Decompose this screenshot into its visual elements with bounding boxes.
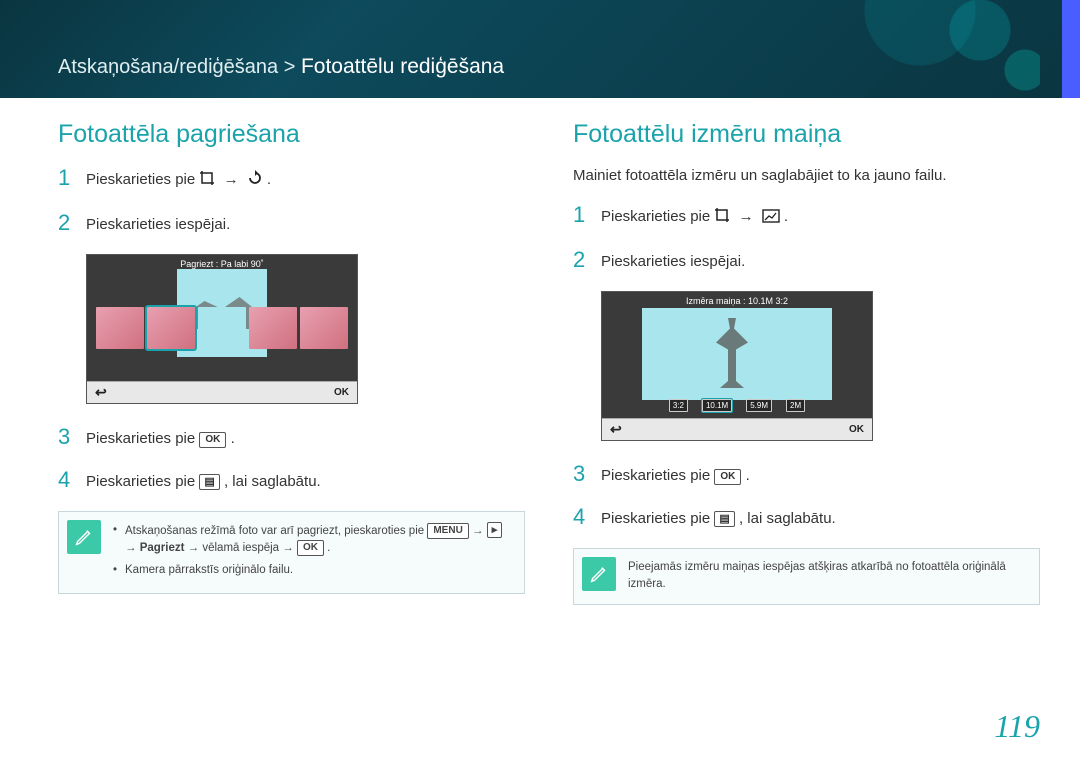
heading-resize: Fotoattēlu izmēru maiņa bbox=[573, 120, 1040, 149]
step-num: 2 bbox=[58, 212, 74, 234]
shot-thumbstrip bbox=[93, 307, 351, 349]
t: , lai saglabātu. bbox=[739, 510, 836, 527]
note-item: Kamera pārrakstīs oriģinālo failu. bbox=[113, 562, 512, 579]
breadcrumb-path: Atskaņošana/rediģēšana > bbox=[58, 56, 295, 78]
t: Pieskarieties pie bbox=[86, 171, 199, 188]
thumbnail[interactable] bbox=[249, 307, 297, 349]
step-num: 1 bbox=[573, 204, 589, 226]
opt-size-selected[interactable]: 10.1M bbox=[702, 399, 732, 412]
t: Pieskarieties pie bbox=[601, 467, 714, 484]
note-box: Pieejamās izmēru maiņas iespējas atšķira… bbox=[573, 548, 1040, 605]
shot-toolbar: ↩ OK bbox=[602, 418, 872, 440]
step-num: 1 bbox=[58, 167, 74, 189]
heading-rotate: Fotoattēla pagriešana bbox=[58, 120, 525, 149]
ok-button: OK bbox=[714, 469, 741, 485]
step-num: 4 bbox=[58, 469, 74, 491]
thumbnail-selected[interactable] bbox=[147, 307, 195, 349]
page-header: Atskaņošana/rediģēšana > Fotoattēlu redi… bbox=[0, 0, 1080, 98]
pencil-icon bbox=[582, 557, 616, 591]
rotate-icon bbox=[247, 170, 263, 194]
opt-size[interactable]: 2M bbox=[786, 399, 805, 412]
thumbnail[interactable] bbox=[300, 307, 348, 349]
col-resize: Fotoattēlu izmēru maiņa Mainiet fotoattē… bbox=[573, 120, 1040, 605]
step-num: 3 bbox=[58, 426, 74, 448]
step-4: 4 Pieskarieties pie ▤ , lai saglabātu. bbox=[573, 506, 1040, 531]
thumbnail[interactable] bbox=[96, 307, 144, 349]
menu-button: MENU bbox=[427, 523, 468, 539]
step-2: 2 Pieskarieties iespējai. bbox=[58, 212, 525, 237]
t: , lai saglabātu. bbox=[224, 473, 321, 490]
note-item: Atskaņošanas režīmā foto var arī pagriez… bbox=[113, 522, 512, 558]
ok-button: OK bbox=[199, 432, 226, 448]
shot-preview bbox=[642, 308, 832, 400]
t: Pieskarieties pie bbox=[601, 510, 714, 527]
shot-title: Pagriezt : Pa labi 90˚ bbox=[87, 259, 357, 269]
arrow-icon: → bbox=[739, 208, 754, 225]
t: → bbox=[125, 542, 140, 554]
step-text: Pieskarieties iespējai. bbox=[86, 212, 230, 237]
back-icon[interactable]: ↩ bbox=[95, 384, 107, 401]
step-text: Pieskarieties pie ▤ , lai saglabātu. bbox=[86, 469, 321, 494]
play-icon: ▸ bbox=[487, 522, 503, 538]
ok-button[interactable]: OK bbox=[849, 424, 864, 435]
thumbnail[interactable] bbox=[198, 307, 246, 349]
t: . bbox=[784, 208, 788, 225]
step-text: Pieskarieties pie → . bbox=[86, 167, 271, 194]
page-number: 119 bbox=[994, 708, 1040, 745]
t: Atskaņošanas režīmā foto var arī pagriez… bbox=[125, 525, 427, 537]
shot-title: Izmēra maiņa : 10.1M 3:2 bbox=[602, 296, 872, 306]
content: Fotoattēla pagriešana 1 Pieskarieties pi… bbox=[58, 120, 1040, 605]
resize-icon bbox=[762, 208, 780, 231]
step-text: Pieskarieties pie → . bbox=[601, 204, 788, 231]
breadcrumb: Atskaņošana/rediģēšana > Fotoattēlu redi… bbox=[58, 55, 504, 79]
breadcrumb-title: Fotoattēlu rediģēšana bbox=[301, 55, 504, 78]
t: → bbox=[472, 525, 487, 537]
pencil-icon bbox=[67, 520, 101, 554]
save-icon: ▤ bbox=[199, 474, 219, 490]
step-4: 4 Pieskarieties pie ▤ , lai saglabātu. bbox=[58, 469, 525, 494]
step-text: Pieskarieties pie OK . bbox=[601, 463, 750, 488]
back-icon[interactable]: ↩ bbox=[610, 421, 622, 438]
t: Pieskarieties pie bbox=[86, 430, 199, 447]
arrow-icon: → bbox=[224, 171, 239, 188]
side-tab bbox=[1062, 0, 1080, 98]
note-box: Atskaņošanas režīmā foto var arī pagriez… bbox=[58, 511, 525, 594]
step-text: Pieskarieties pie ▤ , lai saglabātu. bbox=[601, 506, 836, 531]
t: . bbox=[746, 467, 750, 484]
ok-button: OK bbox=[297, 540, 324, 556]
ok-button[interactable]: OK bbox=[334, 387, 349, 398]
t: . bbox=[327, 542, 330, 554]
step-text: Pieskarieties pie OK . bbox=[86, 426, 235, 451]
screenshot-rotate: Pagriezt : Pa labi 90˚ ↩ OK bbox=[86, 254, 358, 404]
screenshot-resize: Izmēra maiņa : 10.1M 3:2 3:2 10.1M 5.9M … bbox=[601, 291, 873, 441]
note-text: Pieejamās izmēru maiņas iespējas atšķira… bbox=[628, 561, 1006, 590]
shot-toolbar: ↩ OK bbox=[87, 381, 357, 403]
t: Pieskarieties pie bbox=[601, 208, 714, 225]
col-rotate: Fotoattēla pagriešana 1 Pieskarieties pi… bbox=[58, 120, 525, 605]
step-num: 2 bbox=[573, 249, 589, 271]
t: → vēlamā iespēja → bbox=[188, 542, 297, 554]
intro-text: Mainiet fotoattēla izmēru un saglabājiet… bbox=[573, 167, 1040, 184]
t: . bbox=[267, 171, 271, 188]
step-2: 2 Pieskarieties iespējai. bbox=[573, 249, 1040, 274]
step-1: 1 Pieskarieties pie → . bbox=[58, 167, 525, 194]
crop-icon bbox=[714, 207, 730, 231]
step-num: 4 bbox=[573, 506, 589, 528]
shot-options: 3:2 10.1M 5.9M 2M bbox=[602, 399, 872, 412]
save-icon: ▤ bbox=[714, 511, 734, 527]
t: . bbox=[231, 430, 235, 447]
t: Pieskarieties pie bbox=[86, 473, 199, 490]
step-num: 3 bbox=[573, 463, 589, 485]
step-3: 3 Pieskarieties pie OK . bbox=[573, 463, 1040, 488]
opt-ratio[interactable]: 3:2 bbox=[669, 399, 688, 412]
step-3: 3 Pieskarieties pie OK . bbox=[58, 426, 525, 451]
crop-icon bbox=[199, 170, 215, 194]
step-1: 1 Pieskarieties pie → . bbox=[573, 204, 1040, 231]
step-text: Pieskarieties iespējai. bbox=[601, 249, 745, 274]
t: Pagriezt bbox=[140, 542, 185, 554]
opt-size[interactable]: 5.9M bbox=[746, 399, 772, 412]
